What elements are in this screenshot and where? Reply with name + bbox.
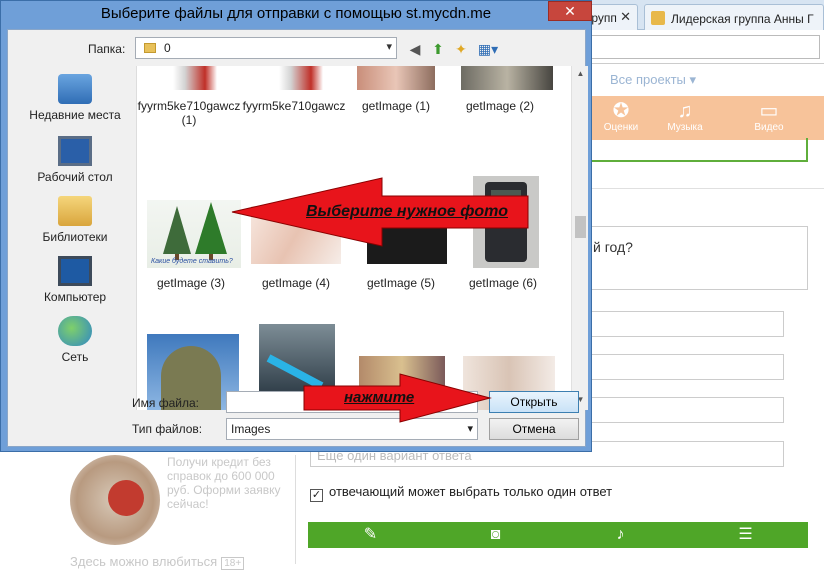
poll-option-input[interactable]: [590, 311, 784, 337]
checkmark-icon: ✓: [310, 489, 323, 502]
annotation-choose-photo: Выберите нужное фото: [306, 203, 508, 220]
nav-label: Видео: [754, 122, 784, 133]
scroll-thumb[interactable]: [575, 216, 586, 238]
poll-option-input[interactable]: [590, 354, 784, 380]
favicon-icon: [651, 11, 665, 25]
music-icon: ♫: [677, 100, 693, 122]
filetype-value: Images: [231, 422, 271, 436]
nav-label: Оценки: [603, 122, 639, 133]
place-label: Библиотеки: [42, 230, 108, 244]
place-network[interactable]: Сеть: [20, 316, 130, 364]
address-input[interactable]: [590, 35, 820, 59]
all-projects-link[interactable]: Все проекты ▾: [610, 72, 696, 88]
place-label: Рабочий стол: [37, 170, 113, 184]
tab-title: Лидерская группа Анны Г: [671, 12, 814, 26]
close-icon: ✕: [564, 3, 576, 19]
camera-icon: ◙: [490, 526, 501, 543]
pencil-button[interactable]: ✎: [308, 522, 433, 548]
libraries-icon: [58, 196, 92, 226]
network-icon: [58, 316, 92, 346]
nav-ratings[interactable]: ✪ Оценки: [596, 100, 646, 133]
divider: [590, 188, 824, 189]
place-computer[interactable]: Компьютер: [20, 256, 130, 304]
back-icon[interactable]: ◀: [406, 40, 424, 58]
desktop-icon: [58, 136, 92, 166]
filename-label: Имя файла:: [132, 396, 199, 410]
file-list-scrollbar[interactable]: ▲ ▼: [571, 66, 588, 410]
file-thumbnail[interactable]: [461, 66, 553, 90]
file-thumbnail[interactable]: Какие будете ставить?: [147, 200, 241, 268]
phone-image: [485, 182, 527, 262]
dialog-title: Выберите файлы для отправки с помощью st…: [100, 5, 492, 22]
dialog-body: Папка: 0 ▾ ◀ ⬆ ✦ ▦▾ Недавние места Рабоч…: [7, 29, 588, 447]
nav-video[interactable]: ▭ Видео: [744, 100, 794, 133]
close-tab-icon[interactable]: ✕: [620, 9, 631, 25]
cancel-button[interactable]: Отмена: [489, 418, 579, 440]
file-name[interactable]: getImage (6): [451, 276, 555, 290]
ad-footer[interactable]: Здесь можно влюбиться 18+: [70, 554, 245, 570]
place-label: Сеть: [61, 350, 89, 364]
folder-value: 0: [164, 41, 171, 55]
place-label: Компьютер: [43, 290, 107, 304]
ladybug-icon: [108, 480, 144, 516]
filetype-label: Тип файлов:: [132, 422, 203, 436]
nav-music[interactable]: ♫ Музыка: [660, 100, 710, 133]
new-folder-icon[interactable]: ✦: [452, 40, 470, 58]
file-name[interactable]: getImage (4): [244, 276, 348, 290]
recent-places-icon: [58, 74, 92, 104]
places-bar: Недавние места Рабочий стол Библиотеки К…: [20, 70, 128, 380]
attach-toolbar: ✎ ◙ ♪ ☰: [308, 522, 808, 548]
place-desktop[interactable]: Рабочий стол: [20, 136, 130, 184]
music-button[interactable]: ♪: [558, 522, 683, 548]
up-folder-icon[interactable]: ⬆: [429, 40, 447, 58]
glowing-beach-image: [266, 354, 324, 390]
file-thumbnail[interactable]: [149, 66, 229, 90]
folder-label: Папка:: [88, 42, 126, 56]
file-open-dialog: Выберите файлы для отправки с помощью st…: [0, 0, 592, 452]
close-dialog-button[interactable]: ✕: [548, 1, 592, 21]
file-name[interactable]: getImage (1): [344, 99, 448, 113]
file-name[interactable]: getImage (3): [139, 276, 243, 290]
post-box: [590, 138, 808, 162]
poll-question-field[interactable]: й год?: [590, 226, 808, 290]
question-text: й год?: [593, 239, 633, 255]
file-name[interactable]: fyyrm5ke710gawcz (1): [137, 99, 241, 127]
annotation-press: нажмите: [344, 389, 415, 406]
photo-button[interactable]: ◙: [433, 522, 558, 548]
file-name[interactable]: fyyrm5ke710gawcz: [242, 99, 346, 113]
single-answer-checkbox[interactable]: ✓ отвечающий может выбрать только один от…: [310, 484, 612, 502]
chevron-down-icon: ▾: [386, 41, 392, 53]
open-button[interactable]: Открыть: [489, 391, 579, 413]
browser-tab-leader-group[interactable]: Лидерская группа Анны Г: [644, 4, 824, 30]
file-list: fyyrm5ke710gawcz (1) fyyrm5ke710gawcz ge…: [136, 66, 588, 410]
text-button[interactable]: ☰: [683, 522, 808, 548]
pencil-icon: ✎: [363, 526, 378, 543]
file-thumbnail[interactable]: [255, 66, 335, 90]
file-thumbnail[interactable]: [357, 66, 435, 90]
file-thumbnail[interactable]: [473, 176, 539, 268]
file-name[interactable]: getImage (2): [448, 99, 552, 113]
folder-select[interactable]: 0 ▾: [135, 37, 397, 59]
place-recent[interactable]: Недавние места: [20, 74, 130, 122]
star-icon: ✪: [612, 100, 630, 122]
ad-footer-text: Здесь можно влюбиться: [70, 554, 218, 569]
place-label: Недавние места: [29, 108, 121, 122]
scroll-up-icon[interactable]: ▲: [572, 66, 588, 82]
column-divider: [295, 455, 296, 564]
view-menu-icon[interactable]: ▦▾: [475, 40, 501, 58]
computer-icon: [58, 256, 92, 286]
checkbox-label: отвечающий может выбрать только один отв…: [329, 484, 613, 499]
music-icon: ♪: [616, 526, 625, 543]
filetype-select[interactable]: Images ▾: [226, 418, 478, 440]
video-icon: ▭: [759, 100, 779, 122]
nav-label: Музыка: [667, 122, 703, 133]
file-name[interactable]: getImage (5): [349, 276, 453, 290]
place-libraries[interactable]: Библиотеки: [20, 196, 130, 244]
thumbnail-caption: Какие будете ставить?: [151, 258, 233, 265]
poll-option-input[interactable]: [590, 397, 784, 423]
chevron-down-icon: ▾: [467, 423, 473, 435]
folder-icon: [144, 43, 156, 53]
align-icon: ☰: [738, 526, 753, 543]
ad-text[interactable]: Получи кредит без справок до 600 000 руб…: [167, 455, 287, 511]
